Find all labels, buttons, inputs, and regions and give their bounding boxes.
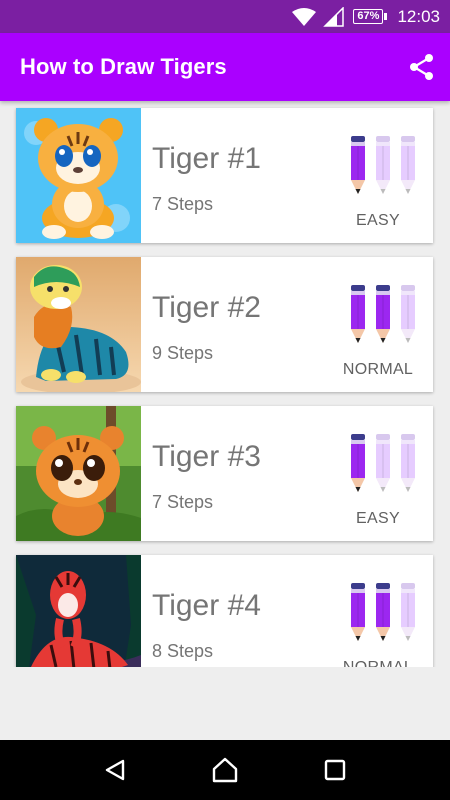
item-steps: 8 Steps [152, 641, 214, 661]
home-button[interactable] [210, 755, 240, 785]
battery-level: 67% [353, 9, 384, 24]
difficulty-indicator: EASY [345, 136, 421, 236]
pencil-icon [401, 434, 415, 492]
item-title: Tiger #4 [152, 589, 261, 622]
pencil-icon [376, 434, 390, 492]
wifi-icon [292, 7, 317, 26]
difficulty-label: EASY [356, 510, 400, 527]
status-bar: 67% 12:03 [0, 0, 450, 33]
tiger-4-thumbnail [16, 555, 141, 667]
pencil-icon [351, 136, 365, 194]
difficulty-label: EASY [356, 212, 400, 229]
navigation-bar [0, 740, 450, 800]
back-button[interactable] [100, 755, 130, 785]
tiger-1-thumbnail [16, 108, 141, 243]
item-steps: 7 Steps [152, 194, 214, 214]
tiger-3-thumbnail [16, 406, 141, 541]
battery-indicator: 67% [353, 9, 388, 24]
difficulty-indicator: NORMAL [343, 285, 421, 385]
list-item-tiger-4[interactable]: Tiger #4 8 Steps NORMAL [16, 555, 433, 667]
recents-button[interactable] [320, 755, 350, 785]
home-icon [212, 757, 238, 783]
pencil-icon [351, 434, 365, 492]
difficulty-indicator: EASY [345, 434, 421, 534]
difficulty-label: NORMAL [342, 361, 414, 378]
recents-square-icon [324, 759, 346, 781]
pencil-icon [401, 583, 415, 641]
share-icon[interactable] [408, 53, 436, 81]
item-title: Tiger #2 [152, 291, 261, 324]
back-triangle-icon [105, 759, 125, 781]
clock: 12:03 [397, 6, 440, 26]
pencil-icon [351, 583, 365, 641]
pencil-icon [401, 285, 415, 343]
page-title: How to Draw Tigers [20, 54, 227, 79]
pencil-icon [401, 136, 415, 194]
difficulty-indicator: NORMAL [343, 583, 421, 667]
item-title: Tiger #1 [152, 142, 261, 175]
pencil-icon [376, 285, 390, 343]
item-steps: 9 Steps [152, 343, 214, 363]
tiger-2-thumbnail [16, 257, 141, 392]
app-bar: How to Draw Tigers [0, 33, 450, 101]
item-steps: 7 Steps [152, 492, 214, 512]
pencil-icon [376, 583, 390, 641]
signal-icon [323, 6, 345, 27]
difficulty-label: NORMAL [325, 659, 431, 667]
pencil-icon [351, 285, 365, 343]
tiger-list[interactable]: Tiger #1 7 Steps EASY Tiger #2 9 Steps N… [0, 101, 450, 667]
item-title: Tiger #3 [152, 440, 261, 473]
pencil-icon [376, 136, 390, 194]
list-item-tiger-3[interactable]: Tiger #3 7 Steps EASY [16, 406, 433, 541]
list-item-tiger-1[interactable]: Tiger #1 7 Steps EASY [16, 108, 433, 243]
list-item-tiger-2[interactable]: Tiger #2 9 Steps NORMAL [16, 257, 433, 392]
